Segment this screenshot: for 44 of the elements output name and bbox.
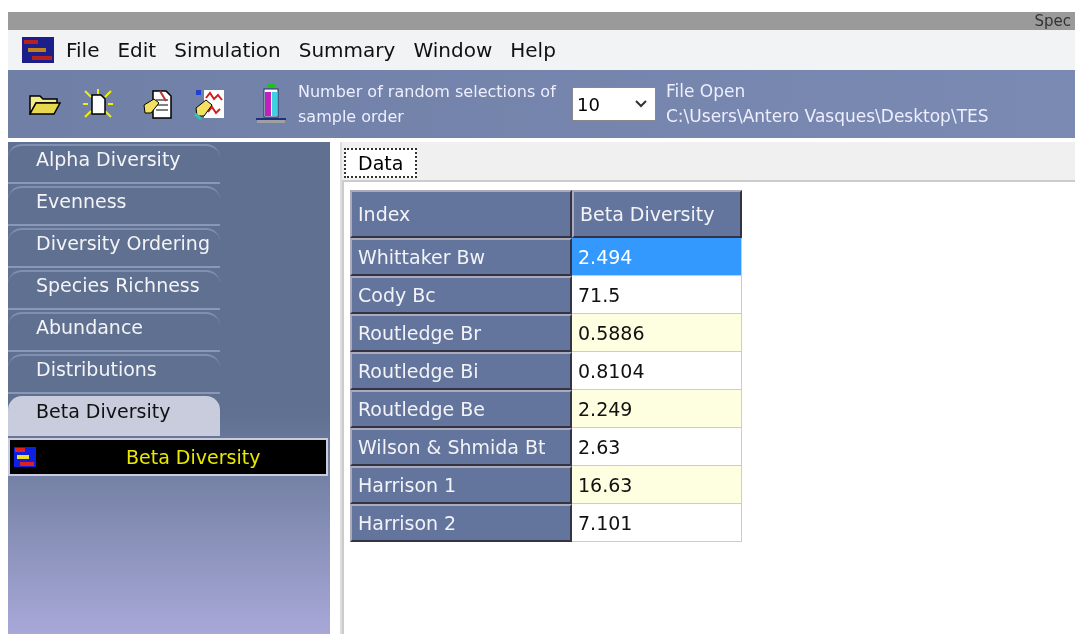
row-header: Harrison 1: [350, 466, 572, 504]
hand-document-icon[interactable]: [142, 88, 174, 120]
table-cell[interactable]: 71.5: [572, 276, 742, 314]
selections-dropdown[interactable]: 10: [572, 87, 656, 121]
file-path: C:\Users\Antero Vasques\Desktop\TES: [666, 105, 989, 128]
bars-icon: [14, 447, 36, 467]
menu-item[interactable]: Edit: [113, 38, 171, 62]
hand-chart-icon[interactable]: [194, 88, 226, 120]
row-header: Routledge Bi: [350, 352, 572, 390]
sidebar-tab[interactable]: Alpha Diversity: [8, 144, 220, 184]
menu-item[interactable]: Simulation: [170, 38, 295, 62]
row-header: Cody Bc: [350, 276, 572, 314]
new-document-icon[interactable]: [82, 88, 114, 120]
menu-item[interactable]: File: [62, 38, 114, 62]
sidebar-item[interactable]: Beta Diversity: [8, 438, 328, 476]
table-cell[interactable]: 2.63: [572, 428, 742, 466]
menu-item[interactable]: Window: [409, 38, 507, 62]
file-status: File Open: [666, 80, 747, 103]
data-tab[interactable]: Data: [344, 148, 418, 178]
app-icon: [22, 37, 54, 63]
sidebar-tab[interactable]: Abundance: [8, 312, 220, 352]
row-header: Whittaker Bw: [350, 238, 572, 276]
selections-label: Number of random selections of sample order: [298, 81, 558, 128]
row-header: Harrison 2: [350, 504, 572, 542]
sidebar-tab[interactable]: Diversity Ordering: [8, 228, 220, 268]
row-header: Routledge Br: [350, 314, 572, 352]
sidebar-tab[interactable]: Beta Diversity: [8, 396, 220, 436]
column-chart-icon[interactable]: [254, 84, 288, 124]
window-title: Spec: [1034, 12, 1071, 30]
table-cell[interactable]: 0.8104: [572, 352, 742, 390]
column-header: Index: [350, 190, 572, 238]
sidebar-tab[interactable]: Distributions: [8, 354, 220, 394]
table-cell[interactable]: 7.101: [572, 504, 742, 542]
table-cell[interactable]: 16.63: [572, 466, 742, 504]
table-cell[interactable]: 0.5886: [572, 314, 742, 352]
menu-item[interactable]: Summary: [294, 38, 410, 62]
menu-item[interactable]: Help: [506, 38, 570, 62]
sidebar-tab[interactable]: Species Richness: [8, 270, 220, 310]
sidebar-tab[interactable]: Evenness: [8, 186, 220, 226]
row-header: Routledge Be: [350, 390, 572, 428]
table-cell[interactable]: 2.249: [572, 390, 742, 428]
row-header: Wilson & Shmida Bt: [350, 428, 572, 466]
chevron-down-icon: [635, 100, 647, 108]
column-header: Beta Diversity: [572, 190, 742, 238]
